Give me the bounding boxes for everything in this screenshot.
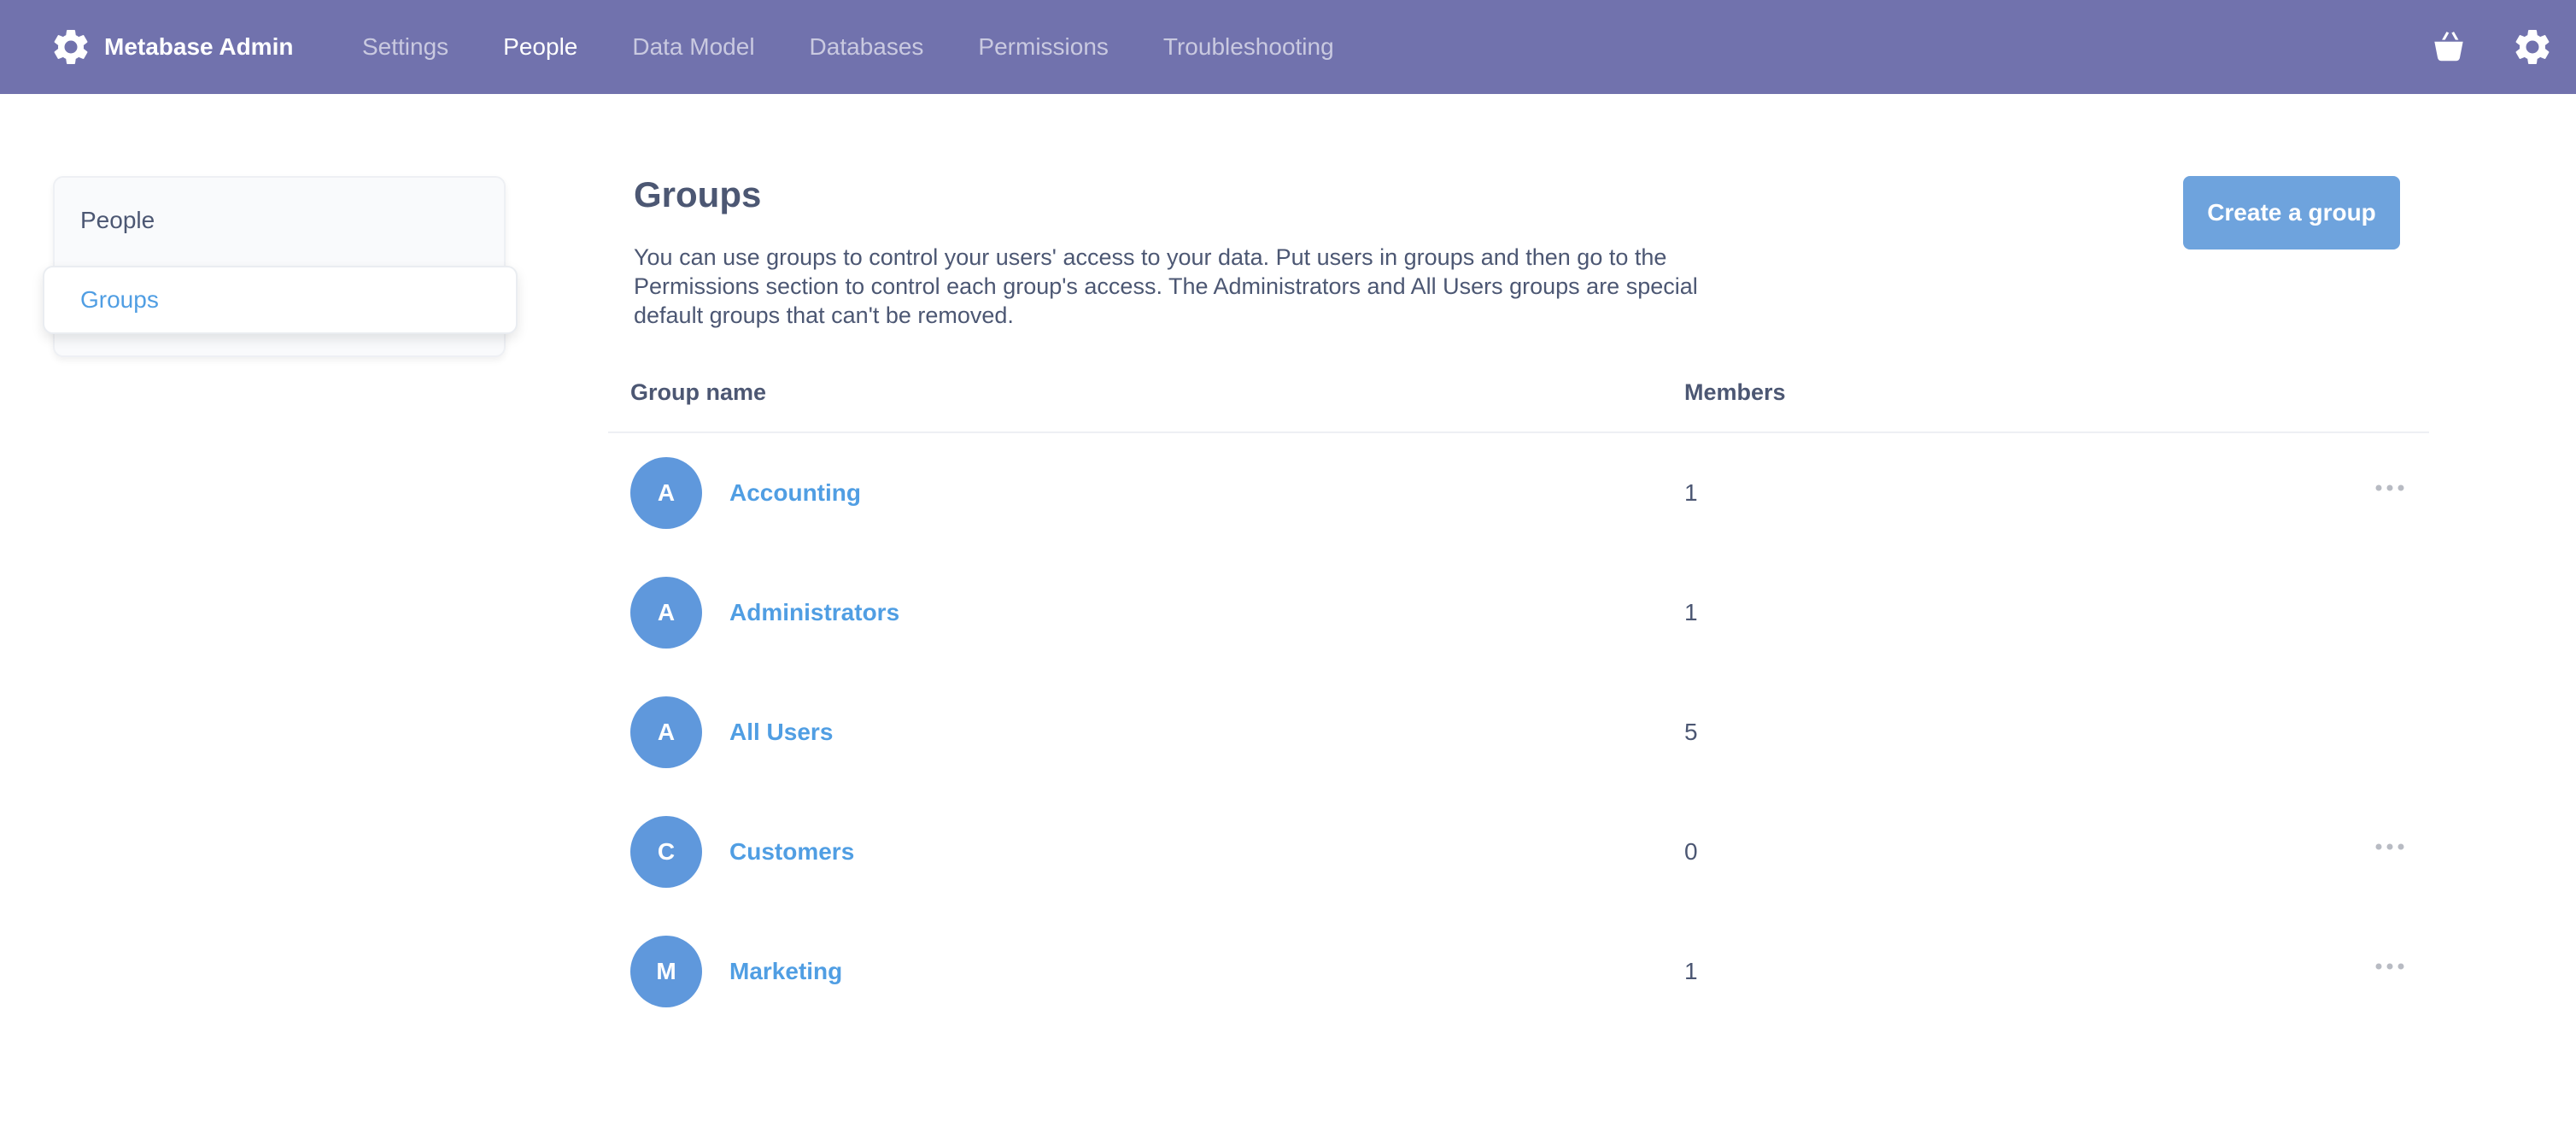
basket-icon[interactable] [2427, 26, 2470, 68]
page-description: You can use groups to control your users… [634, 244, 1698, 328]
group-name-link[interactable]: Administrators [729, 553, 899, 672]
group-name-link[interactable]: All Users [729, 672, 833, 792]
member-count: 5 [1684, 719, 1698, 745]
group-avatar: M [630, 936, 702, 1007]
member-count: 1 [1684, 479, 1698, 506]
brand-title: Metabase Admin [104, 33, 294, 60]
group-avatar: A [630, 577, 702, 649]
column-header-group-name: Group name [630, 379, 767, 405]
admin-nav-tabs: Settings People Data Model Databases Per… [362, 0, 1389, 94]
nav-tab-people[interactable]: People [503, 33, 577, 61]
more-options-icon[interactable] [2373, 479, 2407, 496]
group-avatar: C [630, 816, 702, 888]
more-options-icon[interactable] [2373, 838, 2407, 855]
nav-tab-permissions[interactable]: Permissions [978, 33, 1108, 61]
more-options-icon[interactable] [2373, 958, 2407, 975]
group-name-link[interactable]: Customers [729, 792, 854, 912]
gear-icon[interactable] [2511, 26, 2554, 68]
sidebar-item-people[interactable]: People [55, 185, 504, 256]
nav-tab-troubleshooting[interactable]: Troubleshooting [1163, 33, 1334, 61]
nav-tab-databases[interactable]: Databases [810, 33, 924, 61]
table-row: A Administrators 1 [608, 553, 2429, 672]
member-count: 0 [1684, 838, 1698, 865]
group-name-link[interactable]: Accounting [729, 433, 861, 553]
table-row: M Marketing 1 [608, 912, 2429, 1031]
sidebar-item-groups[interactable]: Groups [43, 266, 518, 334]
create-group-button[interactable]: Create a group [2183, 176, 2400, 249]
group-name-link[interactable]: Marketing [729, 912, 842, 1031]
nav-tab-data-model[interactable]: Data Model [632, 33, 754, 61]
nav-tab-settings[interactable]: Settings [362, 33, 448, 61]
group-avatar: A [630, 457, 702, 529]
brand-logo[interactable]: Metabase Admin [50, 0, 293, 94]
table-row: C Customers 0 [608, 792, 2429, 912]
page-title: Groups [634, 174, 762, 214]
column-header-members: Members [1684, 379, 1786, 405]
member-count: 1 [1684, 958, 1698, 984]
table-row: A Accounting 1 [608, 433, 2429, 553]
group-avatar: A [630, 696, 702, 768]
admin-top-navigation: Metabase Admin Settings People Data Mode… [0, 0, 2576, 94]
member-count: 1 [1684, 599, 1698, 625]
gear-icon [54, 29, 88, 64]
table-row: A All Users 5 [608, 672, 2429, 792]
